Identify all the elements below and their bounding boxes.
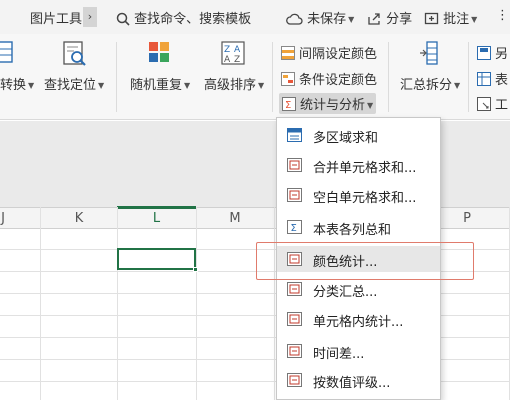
menu-item-merged-cell-sum[interactable]: 合并单元格求和... xyxy=(277,152,440,178)
stats-analysis-button[interactable]: Σ 统计与分析 ▼ xyxy=(279,93,377,114)
ribbon-divider xyxy=(116,42,117,112)
convert-button[interactable]: 转换 ▼ xyxy=(0,74,34,93)
chevron-down-icon: ▼ xyxy=(184,81,191,90)
search-icon xyxy=(116,12,130,26)
right-tool-2[interactable]: 表 xyxy=(477,69,508,88)
svg-text:Z: Z xyxy=(234,55,240,65)
multi-area-sum-icon xyxy=(287,128,302,142)
command-search[interactable]: 查找命令、搜索模板 xyxy=(116,8,251,27)
grid-line xyxy=(196,207,197,400)
grid-line xyxy=(274,207,275,400)
right-tool-1[interactable]: 另 xyxy=(477,43,508,62)
svg-text:A: A xyxy=(224,55,231,65)
summary-split-icon xyxy=(418,40,444,72)
grid-line xyxy=(40,207,41,400)
column-header-l[interactable]: L xyxy=(117,211,196,226)
random-repeat-icon xyxy=(147,40,173,72)
chevron-down-icon: ▼ xyxy=(454,81,461,90)
menu-item-in-cell-stats[interactable]: 单元格内统计... xyxy=(277,306,440,332)
chevron-down-icon: ▼ xyxy=(471,15,478,24)
share-button[interactable]: 分享 xyxy=(367,8,412,27)
right-tool-3[interactable]: 工 xyxy=(477,94,508,113)
calculator-icon xyxy=(287,344,302,358)
command-search-label: 查找命令、搜索模板 xyxy=(134,12,252,27)
ribbon-divider xyxy=(272,42,273,112)
menu-item-multi-area-sum[interactable]: 多区域求和 xyxy=(277,122,440,148)
advanced-sort-button[interactable]: 高级排序 ▼ xyxy=(204,74,264,93)
stats-analysis-icon: Σ xyxy=(282,97,296,111)
calculator-icon xyxy=(287,158,302,172)
unsaved-button[interactable]: 未保存 ▼ xyxy=(286,8,354,27)
alternate-color-icon xyxy=(281,46,295,60)
chevron-down-icon: ▼ xyxy=(28,81,35,90)
chevron-down-icon: ▼ xyxy=(367,101,374,110)
svg-text:Z: Z xyxy=(224,45,230,55)
advanced-sort-icon: ZAAZ xyxy=(220,40,246,72)
selected-cell[interactable] xyxy=(117,248,196,270)
calculator-icon xyxy=(287,312,302,326)
menu-item-column-totals[interactable]: Σ 本表各列总和 xyxy=(277,214,440,240)
share-icon xyxy=(368,13,380,25)
ribbon-divider xyxy=(468,42,469,112)
ribbon-divider xyxy=(388,42,389,112)
conditional-color-icon xyxy=(281,72,295,86)
worksheet-tool-icon xyxy=(477,97,491,111)
sigma-icon: Σ xyxy=(287,220,302,234)
share-label: 分享 xyxy=(386,12,413,27)
save-as-icon xyxy=(477,46,491,60)
alt-color-button[interactable]: 间隔设定颜色 xyxy=(281,43,377,62)
table-icon xyxy=(477,72,491,86)
column-header-p[interactable]: P xyxy=(442,211,492,226)
calculator-icon xyxy=(287,373,302,387)
grid-line xyxy=(117,207,118,400)
svg-text:A: A xyxy=(234,45,241,55)
annotate-button[interactable]: 批注 ▼ xyxy=(424,8,477,27)
annotate-label: 批注 xyxy=(443,12,470,27)
cond-color-button[interactable]: 条件设定颜色 xyxy=(281,69,377,88)
fill-handle[interactable] xyxy=(193,267,198,272)
column-header-k[interactable]: K xyxy=(40,211,118,226)
cloud-icon xyxy=(286,13,303,25)
random-repeat-button[interactable]: 随机重复 ▼ xyxy=(130,74,190,93)
top-tab-bar: 图片工具 › 查找命令、搜索模板 未保存 ▼ 分享 批注 ▼ ⋮ xyxy=(0,0,510,34)
calculator-icon xyxy=(287,188,302,202)
column-header-j[interactable]: J xyxy=(0,211,8,226)
find-locate-icon xyxy=(62,40,88,72)
unsaved-label: 未保存 xyxy=(307,12,347,27)
svg-text:Σ: Σ xyxy=(291,223,297,234)
tab-picture-tools[interactable]: 图片工具 xyxy=(30,8,82,27)
selected-column-indicator xyxy=(117,206,196,209)
column-header-m[interactable]: M xyxy=(196,211,274,226)
highlight-annotation-box xyxy=(256,242,474,280)
menu-item-time-diff[interactable]: 时间差... xyxy=(277,338,440,364)
tab-more-chevron-icon[interactable]: › xyxy=(83,7,97,27)
chevron-down-icon: ▼ xyxy=(98,81,105,90)
convert-icon xyxy=(0,40,16,70)
svg-text:Σ: Σ xyxy=(285,100,291,111)
annotate-icon xyxy=(424,12,439,25)
calculator-icon xyxy=(287,282,302,296)
chevron-down-icon: ▼ xyxy=(348,15,355,24)
find-locate-button[interactable]: 查找定位 ▼ xyxy=(44,74,104,93)
summary-split-button[interactable]: 汇总拆分 ▼ xyxy=(400,74,460,93)
menu-item-blank-cell-sum[interactable]: 空白单元格求和... xyxy=(277,182,440,208)
chevron-down-icon: ▼ xyxy=(258,81,265,90)
menu-item-value-rating[interactable]: 按数值评级... xyxy=(277,367,440,393)
ribbon-toolbar: 转换 ▼ 查找定位 ▼ 随机重复 ▼ ZAAZ 高级排序 ▼ 间隔设定颜色 条件设定颜色… xyxy=(0,34,510,120)
more-options-icon[interactable]: ⋮ xyxy=(496,8,509,23)
